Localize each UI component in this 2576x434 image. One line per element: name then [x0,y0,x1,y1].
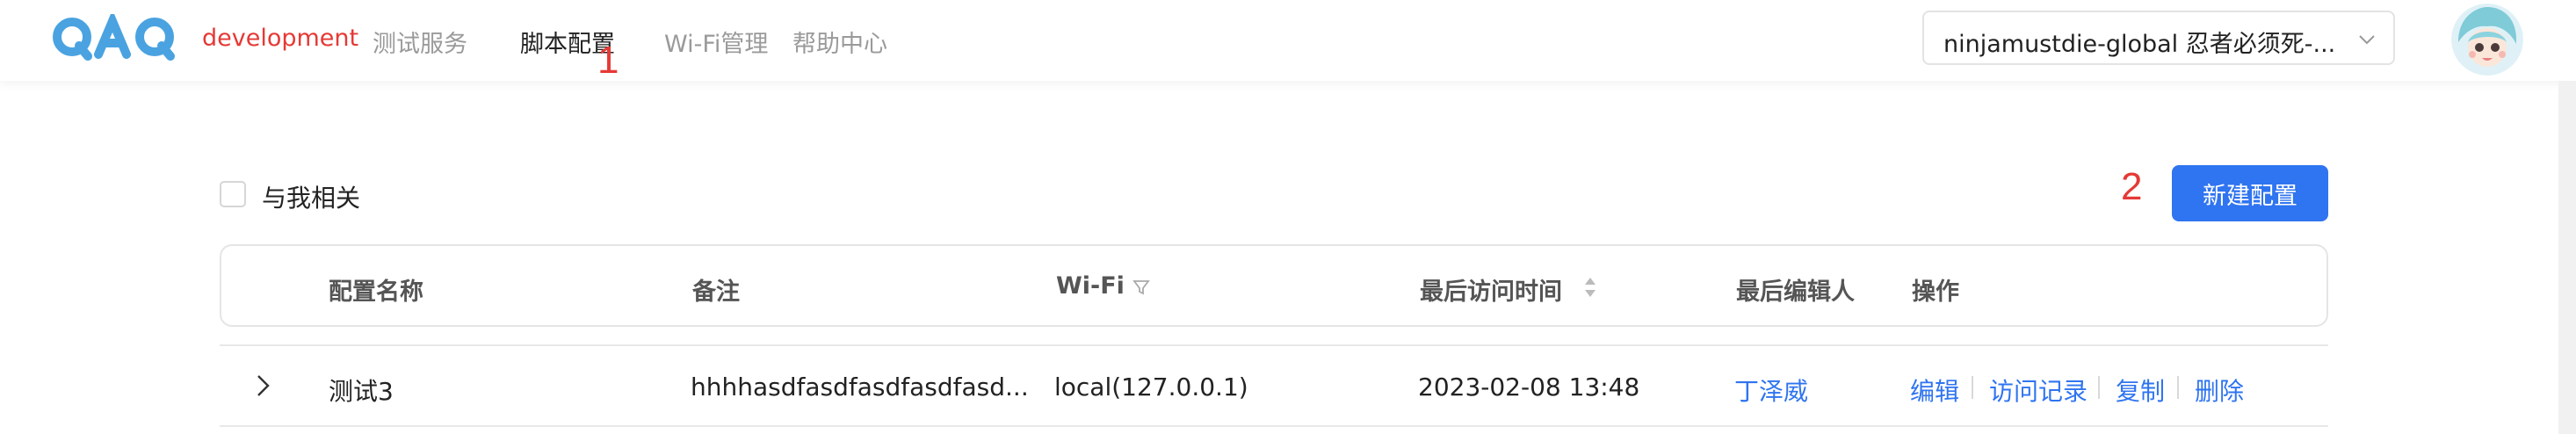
qaq-logo[interactable] [51,14,181,63]
last-editor-link[interactable]: 丁泽威 [1734,373,1808,408]
config-wifi: local(127.0.0.1) [1054,373,1248,401]
annotation-marker: 1 [597,39,619,82]
user-avatar[interactable] [2451,4,2523,76]
column-header-wifi: Wi-Fi [1056,272,1125,300]
config-name: 测试3 [329,377,394,406]
column-header-name: 配置名称 [329,278,423,306]
action-divider [1972,376,1973,399]
nav-help-center[interactable]: 帮助中心 [792,25,887,59]
config-last-access: 2023-02-08 13:48 [1418,373,1640,401]
project-select[interactable]: ninjamustdie-global 忍者必须死-... [1922,11,2395,65]
nav-wifi-management[interactable]: Wi-Fi管理 [664,25,768,59]
table-row: 测试3 hhhhasdfasdfasdfasdfasd... local(127… [220,344,2328,427]
annotation-marker: 2 [2121,165,2143,208]
only-mine-label: 与我相关 [262,184,361,213]
copy-action[interactable]: 复制 [2116,373,2165,408]
column-header-remark: 备注 [692,278,740,306]
sort-icon[interactable] [1583,276,1597,299]
filter-icon[interactable] [1132,278,1151,297]
avatar-icon [2451,4,2523,76]
action-divider [2098,376,2100,399]
config-remark: hhhhasdfasdfasdfasdfasd... [691,373,1029,401]
column-header-actions: 操作 [1912,278,1959,306]
chevron-right-icon[interactable] [251,373,274,399]
table-header: 配置名称 备注 Wi-Fi 最后访问时间 最后编辑人 操作 [220,244,2328,327]
scrollbar-track[interactable] [2558,81,2576,434]
column-header-last-access: 最后访问时间 [1420,278,1562,306]
environment-label: development [202,25,359,52]
nav-test-service[interactable]: 测试服务 [373,25,467,59]
edit-action[interactable]: 编辑 [1910,373,1959,408]
access-log-action[interactable]: 访问记录 [1989,373,2088,408]
action-divider [2177,376,2179,399]
delete-action[interactable]: 删除 [2195,373,2244,408]
column-header-last-editor: 最后编辑人 [1736,278,1855,306]
new-config-button[interactable]: 新建配置 [2172,165,2328,221]
top-nav-bar: development 测试服务 脚本配置 Wi-Fi管理 帮助中心 ninja… [0,0,2576,81]
project-select-value: ninjamustdie-global 忍者必须死-... [1943,31,2336,58]
only-mine-checkbox[interactable] [220,181,246,207]
chevron-down-icon [2359,35,2375,45]
